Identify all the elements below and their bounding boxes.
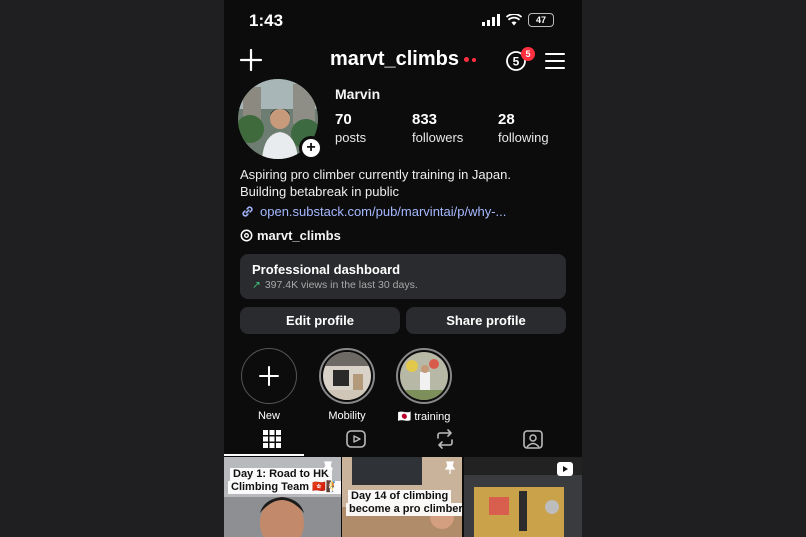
add-story-button[interactable]: +	[299, 136, 323, 160]
stat-following[interactable]: 28 following	[498, 111, 549, 145]
post-tile[interactable]	[464, 457, 582, 537]
svg-text:5: 5	[513, 55, 520, 69]
trend-up-icon: ↗	[252, 279, 261, 291]
battery-indicator: 47	[528, 13, 554, 27]
highlight-training-ring	[396, 348, 452, 404]
stat-following-label: following	[498, 130, 549, 145]
edit-profile-button[interactable]: Edit profile	[240, 307, 400, 334]
post-caption-2: Climbing Team 🇭🇰🧗	[228, 481, 341, 494]
dashboard-title: Professional dashboard	[252, 262, 401, 277]
link-icon	[242, 206, 253, 217]
highlight-new[interactable]: New	[240, 348, 298, 422]
plus-icon	[259, 366, 279, 386]
username-text: marvt_climbs	[330, 48, 459, 70]
highlight-mobility-label: Mobility	[328, 410, 366, 422]
stat-followers[interactable]: 833 followers	[412, 111, 463, 145]
highlight-mobility[interactable]: Mobility	[318, 348, 376, 422]
bio-line-2: Building betabreak in public	[240, 184, 399, 199]
status-icons: 47	[482, 13, 554, 27]
post-tile[interactable]: Day 14 of climbing become a pro climber	[342, 457, 462, 537]
stat-followers-label: followers	[412, 130, 464, 145]
tagged-icon[interactable]	[522, 428, 544, 450]
threads-profile-link[interactable]: marvt_climbs	[240, 228, 341, 243]
status-dot-small	[471, 57, 476, 62]
share-profile-button[interactable]: Share profile	[406, 307, 566, 334]
reels-icon[interactable]	[345, 428, 367, 450]
plus-icon: +	[302, 139, 320, 157]
pin-icon	[322, 461, 334, 474]
bio-line-1: Aspiring pro climber currently training …	[240, 167, 511, 182]
dashboard-subtitle: ↗ 397.4K views in the last 30 days.	[252, 279, 418, 291]
active-tab-indicator	[224, 454, 304, 456]
notification-badge: 5	[521, 47, 535, 61]
bio-link-text: open.substack.com/pub/marvintai/p/why-..…	[260, 204, 507, 219]
post-caption-1: Day 1: Road to HK	[230, 468, 332, 481]
app-screen: 1:43 47 marvt_climbs 5 5 + Marvin 70 pos…	[0, 0, 806, 537]
threads-handle: marvt_climbs	[257, 228, 341, 243]
grid-icon[interactable]	[261, 428, 283, 450]
bio: Aspiring pro climber currently training …	[240, 166, 560, 200]
stat-following-value: 28	[498, 111, 515, 128]
stat-posts[interactable]: 70 posts	[335, 111, 366, 145]
post-tile[interactable]: Day 1: Road to HK Climbing Team 🇭🇰🧗	[224, 457, 341, 537]
status-time: 1:43	[249, 11, 284, 30]
reposts-icon[interactable]	[434, 428, 456, 450]
highlight-training-label: 🇯🇵 training	[397, 411, 451, 423]
highlight-new-label: New	[257, 410, 280, 422]
dashboard-subtitle-text: 397.4K views in the last 30 days.	[264, 279, 418, 291]
stat-posts-label: posts	[335, 130, 367, 145]
display-name: Marvin	[335, 86, 381, 102]
menu-icon[interactable]	[544, 51, 566, 71]
highlight-training-image	[400, 352, 448, 400]
stat-posts-value: 70	[335, 111, 352, 128]
professional-dashboard[interactable]: Professional dashboard ↗ 397.4K views in …	[240, 254, 566, 299]
wifi-icon	[506, 14, 522, 26]
threads-logo-icon	[240, 229, 253, 242]
status-dot	[463, 57, 469, 63]
reel-play-icon	[557, 462, 573, 476]
pin-icon	[444, 461, 456, 474]
bio-link[interactable]: open.substack.com/pub/marvintai/p/why-..…	[240, 204, 506, 219]
highlight-new-ring	[241, 348, 297, 404]
highlight-mobility-ring	[319, 348, 375, 404]
highlight-training[interactable]: 🇯🇵 training	[395, 348, 453, 423]
post-caption-1: Day 14 of climbing	[348, 490, 452, 503]
stat-followers-value: 833	[412, 111, 438, 128]
post-caption-2: become a pro climber	[346, 503, 462, 516]
phone-screen: 1:43 47 marvt_climbs 5 5 + Marvin 70 pos…	[224, 0, 582, 537]
signal-icon	[482, 14, 500, 26]
highlight-mobility-image	[323, 352, 371, 400]
